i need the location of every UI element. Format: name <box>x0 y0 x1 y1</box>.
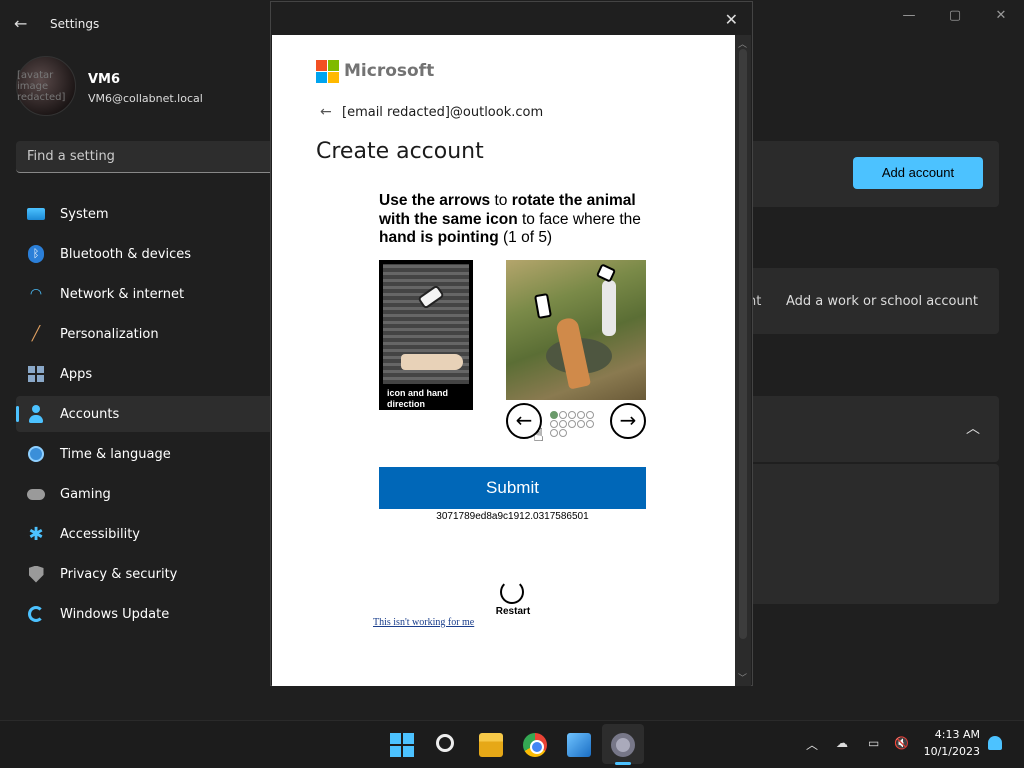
sidebar-item-bluetooth[interactable]: ᛒ Bluetooth & devices <box>16 236 278 272</box>
sidebar-item-system[interactable]: System <box>16 196 278 232</box>
add-account-button[interactable]: Add account <box>853 157 983 189</box>
account-email: [email redacted]@outlook.com <box>342 105 544 120</box>
wifi-icon: ◠ <box>29 286 43 302</box>
sidebar-item-windows-update[interactable]: Windows Update <box>16 596 278 632</box>
sidebar-item-label: Apps <box>60 366 93 382</box>
settings-icon[interactable] <box>611 733 635 757</box>
page-title: Create account <box>316 139 484 164</box>
photos-icon[interactable] <box>567 733 591 757</box>
sidebar-item-accounts[interactable]: Accounts <box>16 396 278 432</box>
sidebar-item-accessibility[interactable]: ✱ Accessibility <box>16 516 278 552</box>
sidebar-item-network[interactable]: ◠ Network & internet <box>16 276 278 312</box>
chevron-up-icon[interactable]: ︿ <box>806 736 818 753</box>
scrollbar[interactable]: ︿ ﹀ <box>735 35 751 686</box>
sidebar-nav: System ᛒ Bluetooth & devices ◠ Network &… <box>16 196 278 636</box>
chevron-up-icon[interactable]: ︿ <box>966 418 980 438</box>
sidebar-item-label: Accounts <box>60 406 120 422</box>
system-icon <box>26 204 46 224</box>
window-title: Settings <box>50 17 100 31</box>
cursor-hand-icon: ☝ <box>533 425 544 446</box>
microsoft-logo-icon <box>316 60 339 83</box>
sidebar-item-label: Time & language <box>60 446 171 462</box>
progress-dots <box>550 411 600 437</box>
submit-button[interactable]: Submit <box>379 467 646 509</box>
sidebar-item-personalization[interactable]: ╱ Personalization <box>16 316 278 352</box>
onedrive-icon[interactable]: ☁ <box>836 736 848 750</box>
reference-image: icon and hand direction <box>379 260 473 410</box>
shield-icon <box>26 564 46 584</box>
scroll-down-icon[interactable]: ﹀ <box>738 671 747 684</box>
tag-icon <box>595 263 617 283</box>
create-account-dialog: ✕ Microsoft ← [email redacted]@outlook.c… <box>270 1 753 686</box>
sidebar-item-apps[interactable]: Apps <box>16 356 278 392</box>
restart-label[interactable]: Restart <box>483 606 543 617</box>
add-work-school-button[interactable]: Add a work or school account <box>786 294 978 309</box>
search-input[interactable]: Find a setting <box>16 141 276 173</box>
scroll-thumb[interactable] <box>739 49 747 639</box>
network-icon[interactable]: ▭ <box>868 736 879 750</box>
person-icon <box>26 404 46 424</box>
bluetooth-icon: ᛒ <box>26 244 46 264</box>
sidebar-item-label: Windows Update <box>60 606 170 622</box>
tag-icon <box>417 284 445 310</box>
pointing-hand-icon <box>401 354 463 370</box>
sidebar-item-gaming[interactable]: Gaming <box>16 476 278 512</box>
brush-icon: ╱ <box>31 326 41 342</box>
sidebar-item-privacy[interactable]: Privacy & security <box>16 556 278 592</box>
dialog-content: Microsoft ← [email redacted]@outlook.com… <box>272 35 736 686</box>
sidebar-item-time-language[interactable]: Time & language <box>16 436 278 472</box>
clock-time[interactable]: 4:13 AM <box>930 728 980 741</box>
session-id: 3071789ed8a9c1912.0317586501 <box>436 511 589 522</box>
gamepad-icon <box>26 484 46 504</box>
sidebar-item-label: Privacy & security <box>60 566 178 582</box>
help-link[interactable]: This isn't working for me <box>373 617 474 628</box>
volume-muted-icon[interactable]: 🔇 <box>894 736 909 750</box>
minimize-button[interactable]: — <box>894 8 924 28</box>
sidebar-item-label: Personalization <box>60 326 159 342</box>
captcha-instructions: Use the arrows to rotate the animal with… <box>379 192 641 246</box>
start-icon[interactable] <box>390 733 414 757</box>
update-icon <box>26 604 46 624</box>
close-window-button[interactable]: ✕ <box>986 8 1016 28</box>
avatar: [avatar image redacted] <box>16 56 76 116</box>
maximize-button[interactable]: ▢ <box>940 8 970 28</box>
tag-icon <box>534 292 552 320</box>
rotate-right-button[interactable]: → <box>610 403 646 439</box>
accessibility-icon: ✱ <box>28 523 44 545</box>
reference-caption: icon and hand direction <box>387 388 449 409</box>
rotating-animal-image <box>506 260 646 400</box>
animal-figure <box>602 280 616 336</box>
chrome-icon[interactable] <box>523 733 547 757</box>
sidebar-item-label: Network & internet <box>60 286 185 302</box>
search-icon[interactable] <box>436 734 454 752</box>
user-email: VM6@collabnet.local <box>88 92 203 105</box>
sidebar-item-label: Accessibility <box>60 526 140 542</box>
file-explorer-icon[interactable] <box>479 733 503 757</box>
brand-name: Microsoft <box>344 61 435 81</box>
sidebar-item-label: Gaming <box>60 486 111 502</box>
avatar-redacted-label: [avatar image redacted] <box>17 69 66 103</box>
close-icon[interactable]: ✕ <box>725 10 738 29</box>
clock-date[interactable]: 10/1/2023 <box>920 745 980 758</box>
back-arrow-icon[interactable]: ← <box>320 104 332 120</box>
user-name: VM6 <box>88 72 121 87</box>
restart-icon[interactable] <box>500 580 524 604</box>
back-arrow-icon[interactable]: ← <box>14 14 27 33</box>
sidebar-item-label: System <box>60 206 109 222</box>
sidebar-item-label: Bluetooth & devices <box>60 246 191 262</box>
reference-photo <box>383 264 469 384</box>
globe-icon <box>26 444 46 464</box>
notification-bell-icon[interactable] <box>988 736 1002 750</box>
apps-icon <box>26 364 46 384</box>
